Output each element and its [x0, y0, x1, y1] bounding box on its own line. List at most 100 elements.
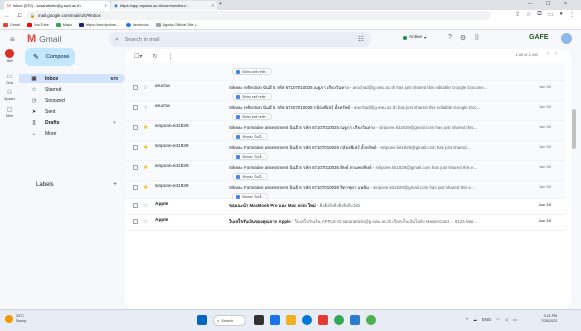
star-icon[interactable]: ☆	[143, 218, 148, 225]
url-omnibox[interactable]: 🔒 mail.google.com/mail/u/0/#inbox	[26, 11, 491, 20]
rail-item-mail[interactable]: ✉ Mail	[0, 49, 19, 63]
share-icon[interactable]: ⇪	[515, 11, 520, 18]
email-row[interactable]: ★ siripone.kit1929 Sikหaะ Formative assess…	[125, 141, 565, 161]
wifi-icon[interactable]: ◠	[496, 317, 500, 322]
star-icon[interactable]: ★	[143, 124, 148, 131]
star-icon[interactable]: ★	[143, 144, 148, 151]
email-row[interactable]: ☆ arucha Sikหaะ reflection นินอี 5 รหัส 67…	[125, 101, 565, 121]
email-row[interactable]: ★ siripone.kit1929 Sikหaะ Formative assess…	[125, 161, 565, 181]
email-row[interactable]: ☆ Apple ขอแนะนำ MacBook Pro และ Mac mini ใ…	[125, 199, 565, 215]
bookmark-gmail[interactable]: Gmail	[3, 23, 20, 27]
email-row[interactable]: ☆ Apple ใบเสร็จรับเงินของคุณจาก Apple - ใบ…	[125, 215, 565, 231]
edge-icon[interactable]	[302, 315, 312, 325]
row-checkbox[interactable]	[133, 203, 138, 208]
email-row[interactable]: ★ siripone.kit1929 Sikหaะ Formative assess…	[125, 181, 565, 200]
file-explorer-icon[interactable]	[286, 315, 296, 325]
email-row[interactable]: Sikhs self refle...	[125, 63, 565, 81]
star-icon[interactable]: ★	[143, 184, 148, 191]
gmail-logo[interactable]: M Gmail	[27, 33, 61, 45]
more-options-icon[interactable]: ⋮	[167, 53, 173, 60]
bookmark-agoda[interactable]: Agoda Official Site |...	[155, 23, 199, 27]
email-row[interactable]: ★ siripone.kit1929 Sikหaะ Formative assess…	[125, 121, 565, 141]
main-menu-icon[interactable]: ≡	[10, 35, 15, 44]
attachment-chip[interactable]: Sikhs self refle...	[232, 93, 273, 100]
language-indicator[interactable]: ENG	[482, 317, 491, 322]
close-window-icon[interactable]: ×	[564, 1, 567, 7]
star-icon[interactable]: ☆	[143, 202, 148, 209]
attachment-chip[interactable]: Sikหaะ นินอี...	[232, 153, 269, 160]
nav-item-more[interactable]: ⌄ More	[19, 129, 125, 138]
scrollbar[interactable]	[571, 49, 577, 309]
reload-icon[interactable]: C	[18, 13, 22, 19]
word-icon[interactable]	[350, 315, 360, 325]
chrome-icon[interactable]	[334, 315, 344, 325]
search-options-icon[interactable]: ☷	[358, 35, 364, 43]
email-row[interactable]: ☆ arucha Sikหaะ reflection นินอี 5 รหัส 67…	[125, 81, 565, 101]
taskbar-search[interactable]: ⌕ Search	[213, 315, 246, 326]
nav-item-starred[interactable]: ☆ Starred	[19, 85, 125, 94]
star-icon[interactable]: ☆	[143, 104, 148, 111]
row-checkbox[interactable]	[133, 219, 138, 224]
select-all-checkbox[interactable]: ☐▾	[134, 53, 142, 60]
status-selector[interactable]: Active ▾	[403, 35, 426, 40]
task-view-icon[interactable]	[254, 315, 264, 325]
bookmark-star-icon[interactable]: ☆	[526, 11, 531, 18]
search-input[interactable]	[124, 36, 325, 43]
office-icon[interactable]	[318, 315, 328, 325]
nav-item-inbox[interactable]: ▣ Inbox 570	[19, 74, 125, 83]
compose-button[interactable]: ✎ Compose	[25, 48, 75, 66]
search-icon[interactable]: ⌕	[115, 36, 119, 44]
extensions-icon[interactable]: ⧉	[537, 11, 541, 18]
drafts-add-icon[interactable]: +	[113, 120, 116, 126]
new-tab-icon[interactable]: +	[219, 1, 222, 7]
sidepanel-icon[interactable]: ▭	[548, 11, 554, 18]
attachment-chip[interactable]: Sikhs self refle...	[232, 68, 273, 75]
bookmark-facebook[interactable]: facebook	[126, 23, 149, 27]
weather-widget[interactable]: 33°C Sunny	[5, 314, 26, 323]
row-checkbox[interactable]	[133, 165, 138, 170]
row-checkbox[interactable]	[133, 145, 138, 150]
nav-item-snoozed[interactable]: ◷ Snoozed	[19, 96, 125, 105]
row-checkbox[interactable]	[133, 125, 138, 130]
line-icon[interactable]	[366, 315, 376, 325]
rail-item-meet[interactable]: ▢ Meet	[0, 106, 19, 118]
cloud-icon[interactable]: ☁	[473, 317, 477, 322]
windows-start-icon[interactable]	[197, 315, 207, 325]
maximize-icon[interactable]: ☐	[546, 1, 550, 7]
close-icon[interactable]: ×	[211, 3, 214, 8]
apps-grid-icon[interactable]: ⠿	[474, 34, 479, 42]
help-icon[interactable]: ?	[448, 34, 452, 42]
rail-item-chat[interactable]: ▭ Chat	[0, 73, 19, 85]
nav-item-sent[interactable]: ➤ Sent	[19, 107, 125, 116]
browser-tab-inbox[interactable]: M Inbox (570) - sararatsirin@g.swu.ac.th…	[4, 1, 110, 10]
browser-tab-myswu[interactable]: ◉ https://app.myswu.ac.th/core/section/.…	[111, 1, 217, 10]
attachment-chip[interactable]: Sikหaะ นินอี...	[232, 173, 269, 180]
minimize-icon[interactable]: ─	[528, 1, 532, 7]
settings-gear-icon[interactable]: ⚙	[460, 34, 466, 42]
refresh-icon[interactable]: ↻	[152, 53, 157, 60]
star-icon[interactable]: ☆	[143, 84, 148, 91]
battery-icon[interactable]: ▭	[513, 317, 517, 322]
back-icon[interactable]: ←	[4, 13, 10, 19]
close-icon[interactable]: ×	[104, 3, 107, 8]
menu-dots-icon[interactable]: ⋮	[569, 11, 575, 18]
star-icon[interactable]: ★	[143, 164, 148, 171]
bookmark-wordpoints[interactable]: https://wordpoints...	[79, 23, 119, 27]
next-page-icon[interactable]: ›	[555, 51, 563, 57]
add-label-icon[interactable]: +	[113, 181, 117, 188]
attachment-chip[interactable]: Sikhs self refle...	[232, 113, 273, 120]
row-checkbox[interactable]	[133, 85, 138, 90]
prev-page-icon[interactable]: ‹	[547, 51, 555, 57]
bookmark-youtube[interactable]: YouTube	[26, 23, 49, 27]
rail-item-spaces[interactable]: ⚇ Spaces	[0, 89, 19, 101]
bookmark-maps[interactable]: Maps	[55, 23, 72, 27]
chat-app-icon[interactable]	[270, 315, 280, 325]
row-checkbox[interactable]	[133, 185, 138, 190]
profile-icon[interactable]: ●	[559, 11, 563, 18]
avatar[interactable]	[561, 33, 572, 44]
system-clock[interactable]: 3:21 PM 7/25/2023	[541, 314, 557, 324]
volume-icon[interactable]: ◁	[505, 317, 508, 322]
row-checkbox[interactable]	[133, 105, 138, 110]
tray-expand-icon[interactable]: ^	[466, 317, 468, 322]
scrollbar-thumb[interactable]	[572, 109, 576, 149]
